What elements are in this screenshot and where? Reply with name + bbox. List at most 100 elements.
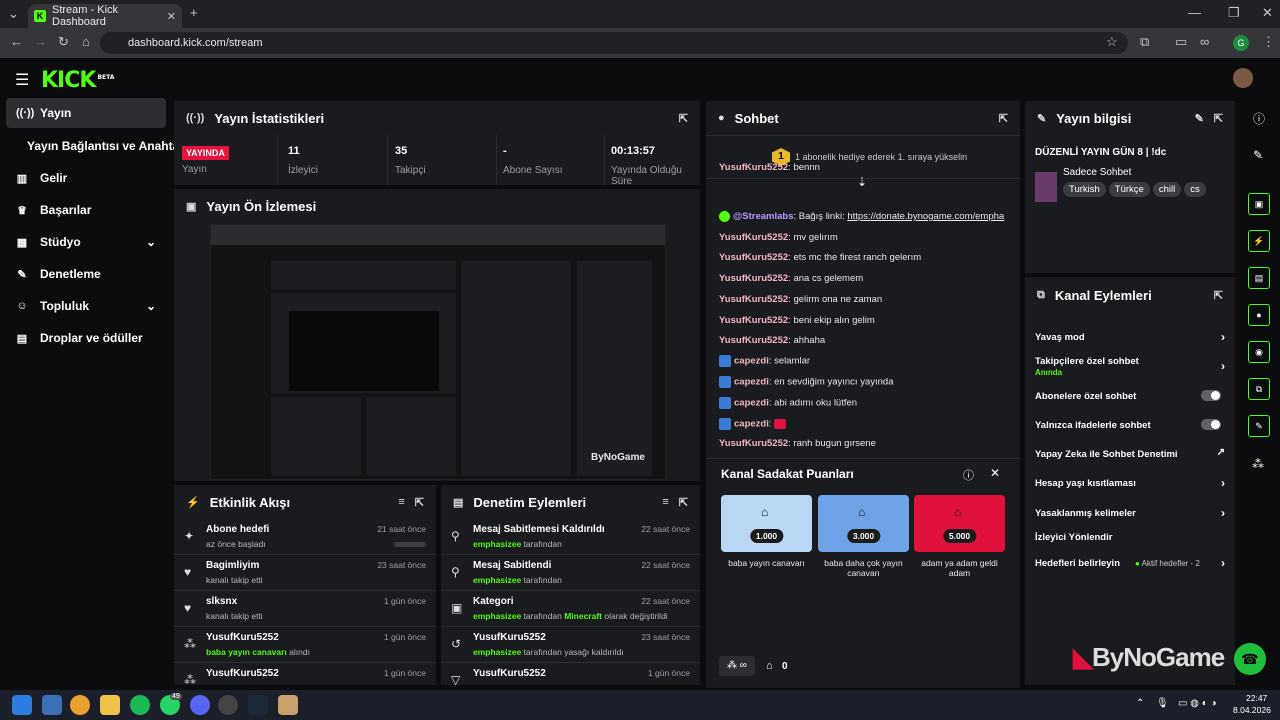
rail-sliders-icon[interactable]: ⧉ [1248, 378, 1270, 400]
action-goals[interactable]: Hedefleri belirleyin ● Aktif hedefler - 2… [1035, 556, 1225, 570]
url-input[interactable]: dashboard.kick.com/stream [100, 32, 1128, 54]
popout-icon[interactable]: ⇱ [679, 112, 688, 125]
loyalty-icon[interactable]: ⁂ [1252, 457, 1264, 471]
profile-avatar[interactable]: G [1233, 35, 1249, 51]
sidebar-item-stream-key[interactable]: Yayın Bağlantısı ve Anahtarı [17, 131, 187, 161]
support-button[interactable]: ☎ [1234, 643, 1266, 675]
link-icon[interactable]: ∞ [1200, 34, 1209, 49]
rail-document-icon[interactable]: ▤ [1248, 267, 1270, 289]
action-followers-only[interactable]: Takipçilere özel sohbet Anında › [1035, 356, 1225, 378]
popout-icon[interactable]: ⇱ [1214, 112, 1223, 125]
minimize-icon[interactable]: — [1188, 5, 1201, 20]
kick-logo[interactable]: KICK BETA [41, 68, 114, 93]
rail-broadcast-icon[interactable]: ◉ [1248, 341, 1270, 363]
stat-label: Yayın [182, 164, 207, 175]
rail-wrench-icon[interactable]: ✎ [1248, 415, 1270, 437]
close-window-icon[interactable]: ✕ [1262, 5, 1273, 21]
back-icon[interactable]: ← [10, 34, 23, 49]
file-explorer-icon[interactable] [100, 695, 120, 715]
row-sub: kanalı takip etti [206, 611, 263, 621]
popout-icon[interactable]: ⇱ [679, 496, 688, 509]
browser-menu-icon[interactable]: ⋮ [1262, 34, 1275, 50]
row-title: YusufKuru5252 [206, 668, 279, 679]
edit-icon[interactable]: ✎ [1253, 148, 1263, 162]
tab-title: Stream - Kick Dashboard [52, 4, 119, 28]
sidebar-item-yayin[interactable]: ((·)) Yayın [6, 98, 166, 128]
app-icon[interactable] [278, 695, 298, 715]
action-ai-moderation[interactable]: Yapay Zeka ile Sohbet Denetimi ↗ [1035, 447, 1225, 460]
filter-icon[interactable]: ≡ [398, 496, 404, 508]
subscribers-only-toggle[interactable] [1201, 390, 1221, 401]
action-banned-words[interactable]: Yasaklanmış kelimeler › [1035, 506, 1225, 520]
discord-icon[interactable] [190, 695, 210, 715]
sidebar-item-basarilar[interactable]: ♛ Başarılar [6, 195, 166, 225]
broadcast-icon: ((·)) [16, 107, 35, 119]
tab-search-icon[interactable]: ⌄ [8, 6, 19, 22]
sidebar-item-gelir[interactable]: ▥ Gelir [6, 163, 166, 193]
rail-bolt-icon[interactable]: ⚡ [1248, 230, 1270, 252]
reload-icon[interactable]: ↻ [58, 34, 69, 50]
preview-video[interactable]: ByNoGame [210, 224, 666, 480]
tab-close-icon[interactable]: ✕ [167, 10, 176, 23]
preview-activity [271, 397, 361, 475]
mic-icon[interactable]: 🎙 [1156, 698, 1169, 709]
new-tab-icon[interactable]: + [190, 5, 198, 20]
popout-icon[interactable]: ⇱ [415, 496, 424, 509]
popout-icon[interactable]: ⇱ [1214, 289, 1223, 302]
chat-message: capezdi: selamlar [719, 355, 810, 367]
rail-stats-icon[interactable]: ▣ [1248, 193, 1270, 215]
preview-recursive [289, 311, 439, 391]
chat-message: capezdi: en sevdiğim yayıncı yayında [719, 376, 893, 388]
maximize-icon[interactable]: ❐ [1228, 5, 1240, 21]
rail-chat-icon[interactable]: ● [1248, 304, 1270, 326]
forward-icon[interactable]: → [34, 34, 47, 49]
action-subscribers-only[interactable]: Abonelere özel sohbet [1035, 390, 1225, 402]
obs-icon[interactable] [218, 695, 238, 715]
info-icon[interactable]: ⓘ [1253, 110, 1265, 127]
donate-link[interactable]: https://donate.bynogame.com/empha [847, 211, 1004, 222]
edit-icon[interactable]: ✎ [1195, 112, 1204, 125]
popout-icon[interactable]: ⇱ [999, 112, 1008, 125]
panel-title: Yayın İstatistikleri [214, 110, 325, 126]
extensions-icon[interactable]: ⧉ [1140, 34, 1149, 50]
chrome-icon[interactable] [70, 695, 90, 715]
tray-chevron-icon[interactable]: ⌃ [1136, 698, 1144, 709]
sidebar-item-studyo[interactable]: ▦ Stüdyo ⌄ [6, 227, 166, 257]
spotify-icon[interactable] [130, 695, 150, 715]
home-icon[interactable]: ⌂ [82, 34, 90, 49]
filter-icon[interactable]: ≡ [662, 496, 668, 508]
action-raid[interactable]: İzleyici Yönlendir [1035, 532, 1225, 543]
reward-card[interactable]: ⌂ 5.000 [914, 495, 1005, 552]
action-emotes-only[interactable]: Yalnızca ifadelerle sohbet [1035, 419, 1225, 431]
row-title: YusufKuru5252 [473, 632, 546, 643]
user-avatar[interactable] [1233, 68, 1253, 88]
bookmark-star-icon[interactable]: ☆ [1106, 34, 1118, 50]
steam-icon[interactable] [248, 695, 268, 715]
store-icon[interactable]: ⌂ [766, 660, 773, 672]
sidebar-item-denetleme[interactable]: ✎ Denetleme [6, 259, 166, 289]
whatsapp-badge: 49 [170, 693, 182, 700]
sidebar-item-topluluk[interactable]: ☺ Topluluk ⌄ [6, 291, 166, 321]
info-icon[interactable]: ⓘ [963, 467, 974, 483]
activity-feed-panel: ⚡ Etkinlik Akışı ≡ ⇱ ✦ Abone hedefi az ö… [174, 485, 436, 685]
action-account-age[interactable]: Hesap yaşı kısıtlaması › [1035, 476, 1225, 490]
reward-card[interactable]: ⌂ 3.000 [818, 495, 909, 552]
start-icon[interactable] [12, 695, 32, 715]
stat-label: Takipçi [395, 165, 426, 176]
row-time: 1 gün önce [647, 668, 690, 678]
mail-icon[interactable] [42, 695, 62, 715]
loyalty-points-button[interactable]: ⁂ ∞ [719, 656, 755, 676]
cast-icon[interactable]: ▭ [1175, 34, 1187, 50]
sidebar-item-droplar[interactable]: ▤ Droplar ve ödüller [6, 323, 166, 353]
reward-card[interactable]: ⌂ 1.000 [721, 495, 812, 552]
browser-tab[interactable]: K Stream - Kick Dashboard ✕ [28, 4, 182, 28]
emotes-only-toggle[interactable] [1201, 419, 1221, 430]
hamburger-menu-icon[interactable]: ☰ [15, 70, 29, 90]
chat-message: @Streamlabs: Bağış linki: https://donate… [719, 211, 1004, 222]
tray-icons[interactable]: ▭ ◍ ◐ ◑ [1178, 698, 1217, 709]
action-slow-mode[interactable]: Yavaş mod › [1035, 330, 1225, 344]
scroll-down-icon[interactable]: ⇣ [857, 175, 867, 189]
chevron-down-icon: ▽ [451, 673, 461, 685]
list-item: ⁂ YusufKuru5252 baba yayın canavarı alın… [174, 627, 436, 663]
close-icon[interactable]: ✕ [990, 466, 1000, 480]
